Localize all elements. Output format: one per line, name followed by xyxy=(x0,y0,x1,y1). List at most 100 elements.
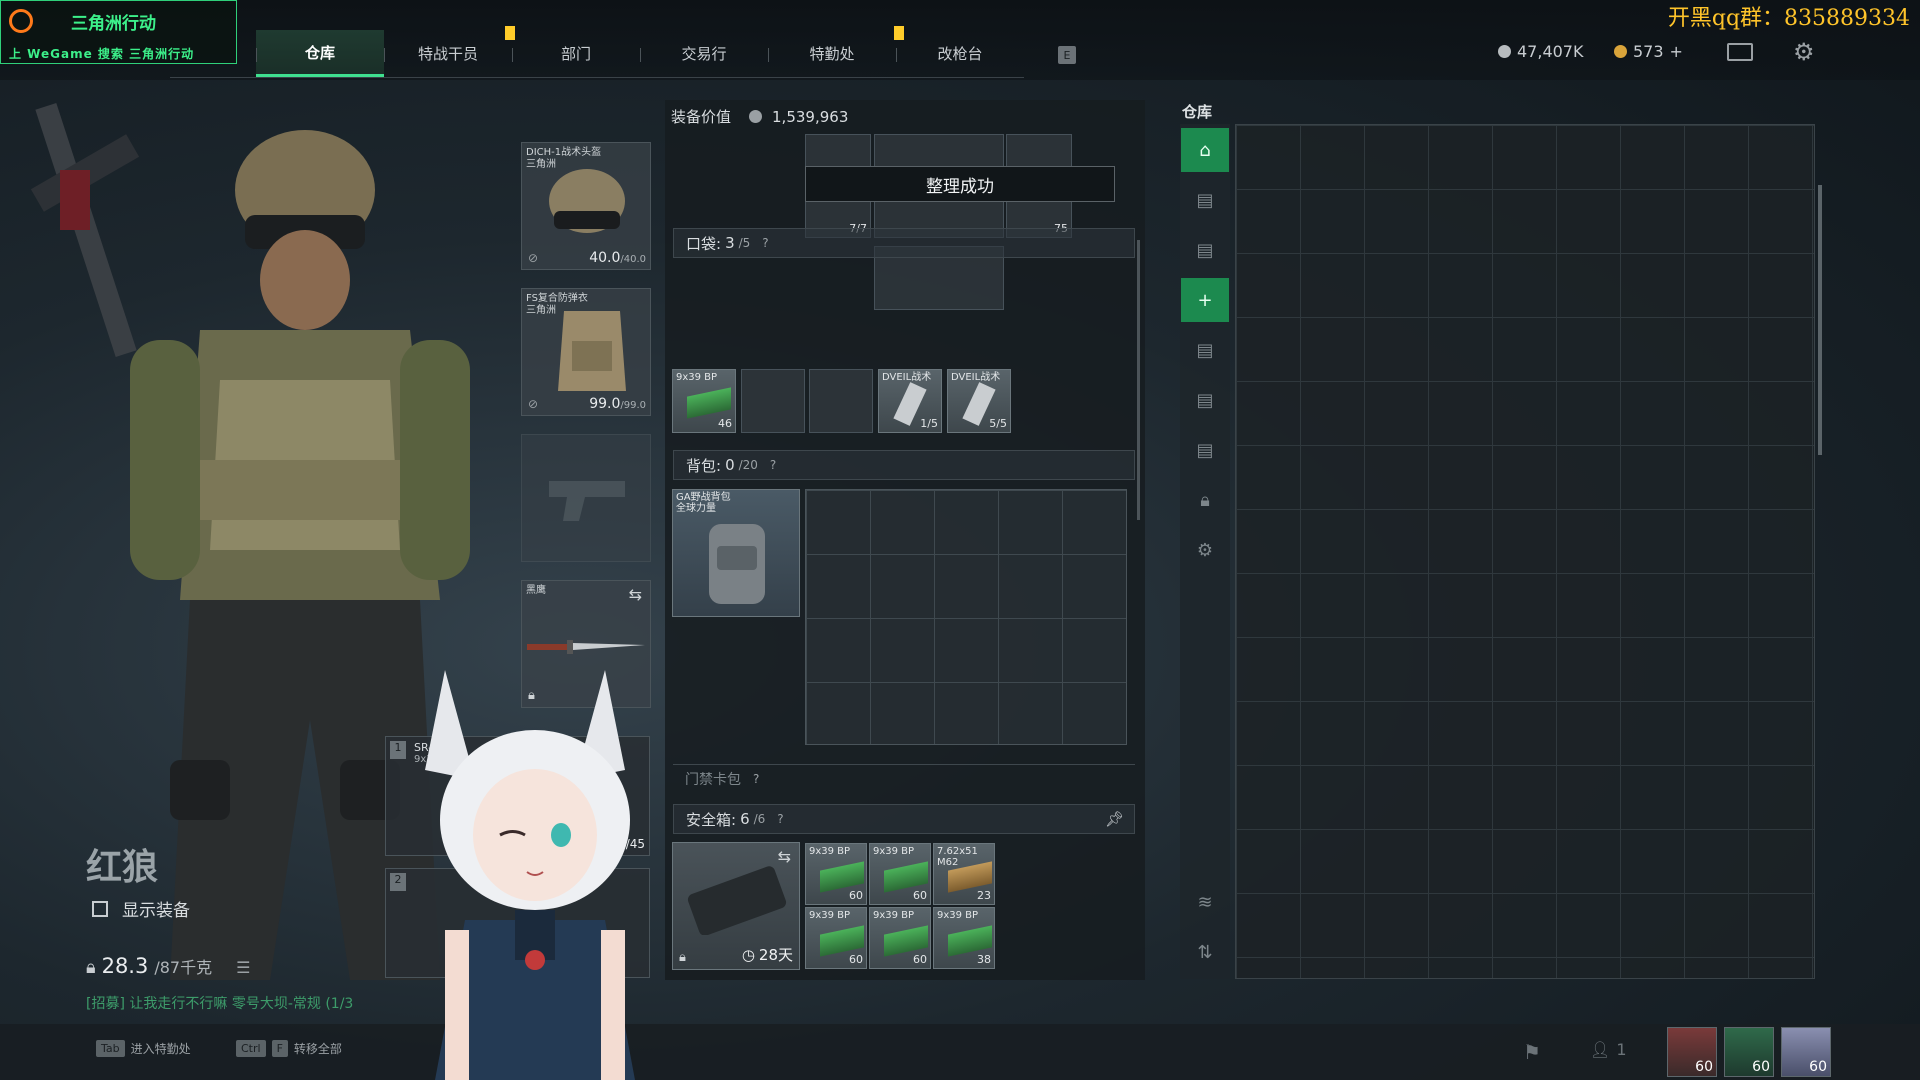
warehouse-scrollbar[interactable] xyxy=(1818,185,1822,455)
armor-durability: 99.0/99.0 xyxy=(589,396,646,412)
warehouse-page-4-icon[interactable]: ▤ xyxy=(1181,378,1229,422)
safebox-item[interactable]: 9x39 BP 60 xyxy=(805,843,867,905)
warehouse-page-1-icon[interactable]: ▤ xyxy=(1181,178,1229,222)
item-count: 60 xyxy=(913,953,927,966)
pocket-item-grenade[interactable]: DVEIL战术 5/5 xyxy=(947,369,1011,433)
safebox-item[interactable]: 9x39 BP 60 xyxy=(805,907,867,969)
hotkey-special-ops[interactable]: Tab 进入特勤处 xyxy=(96,1040,191,1057)
loadout-scrollbar[interactable] xyxy=(1137,240,1140,520)
game-title: 三角洲行动 xyxy=(71,14,156,34)
flag-icon[interactable]: ⚑ xyxy=(1523,1040,1541,1064)
pistol-placeholder-icon xyxy=(549,481,625,521)
gold-currency[interactable]: 573 + xyxy=(1614,42,1683,61)
safebox-label: 安全箱: xyxy=(686,810,737,829)
warehouse-page-3-icon[interactable]: ▤ xyxy=(1181,328,1229,372)
tab-special-ops[interactable]: 特勤处 xyxy=(768,30,896,77)
hotkey-transfer-all[interactable]: Ctrl F 转移全部 xyxy=(236,1040,342,1057)
stack-layers-icon[interactable]: ≋ xyxy=(1181,880,1229,924)
wegame-search-text: 上 WeGame 搜索 三角洲行动 xyxy=(9,47,195,61)
warehouse-sidebar: ⌂ ▤ ▤ + ▤ ▤ ▤ 🔒︎ ⚙ ≋ ⇅ xyxy=(1180,124,1230,979)
knife-image xyxy=(527,640,645,654)
warehouse-all-tab-icon[interactable]: ⌂ xyxy=(1181,128,1229,172)
keycard-help-icon[interactable]: ? xyxy=(753,772,759,786)
tab-market[interactable]: 交易行 xyxy=(640,30,768,77)
hotkey-key: F xyxy=(271,1040,288,1057)
pocket-item-grenade[interactable]: DVEIL战术 1/5 xyxy=(878,369,942,433)
safebox-item[interactable]: 7.62x51 M62 23 xyxy=(933,843,995,905)
squad-avatar[interactable]: 60 xyxy=(1724,1027,1774,1077)
item-count: 1/5 xyxy=(920,417,938,430)
backpack-used: 0 xyxy=(725,456,735,474)
weapon-slot-number: 1 xyxy=(390,741,406,759)
melee-name: 黑鹰 xyxy=(526,585,546,596)
item-name: DVEIL战术 xyxy=(951,372,1001,383)
safebox-item[interactable]: 9x39 BP 60 xyxy=(869,843,931,905)
armor-slot[interactable]: FS复合防弹衣 三角洲 ⊘ 99.0/99.0 xyxy=(521,288,651,416)
warehouse-grid[interactable] xyxy=(1235,124,1815,979)
armor-image xyxy=(558,311,626,391)
pocket-help-icon[interactable]: ? xyxy=(762,236,768,250)
friends-button[interactable]: 👤︎ 1 xyxy=(1590,1040,1627,1059)
list-icon[interactable]: ☰ xyxy=(236,958,250,977)
silver-coin-icon xyxy=(749,110,763,123)
safebox-slot[interactable]: ⇆ 🔒︎ ◷ 28天 xyxy=(672,842,800,970)
mail-icon[interactable] xyxy=(1727,43,1753,61)
add-gold-button[interactable]: + xyxy=(1670,42,1683,61)
lock-icon: 🔒︎ xyxy=(679,950,686,965)
swap-icon[interactable]: ⇆ xyxy=(629,585,642,604)
backpack-grid[interactable] xyxy=(805,489,1127,745)
warehouse-settings-icon[interactable]: ⚙ xyxy=(1181,528,1229,572)
swap-icon[interactable]: ⇆ xyxy=(778,847,791,866)
nav-notification-marker xyxy=(505,26,515,40)
backpack-help-icon[interactable]: ? xyxy=(770,458,776,472)
equipment-value: 装备价值 1,539,963 xyxy=(671,106,848,127)
pocket-empty-slot[interactable] xyxy=(809,369,873,433)
item-count: 60 xyxy=(849,953,863,966)
settings-gear-icon[interactable]: ⚙ xyxy=(1793,40,1817,64)
tab-department[interactable]: 部门 xyxy=(512,30,640,77)
squad-avatar[interactable]: 60 xyxy=(1667,1027,1717,1077)
squad-avatar[interactable]: 60 xyxy=(1781,1027,1831,1077)
tab-gunsmith[interactable]: 改枪台 xyxy=(896,30,1024,77)
ammo-icon xyxy=(884,861,928,893)
helmet-slot[interactable]: DICH-1战术头盔 三角洲 ⊘ 40.0/40.0 xyxy=(521,142,651,270)
armor-durability-value: 99.0 xyxy=(589,396,621,412)
safebox-item[interactable]: 9x39 BP 60 xyxy=(869,907,931,969)
backpack-slot[interactable]: GA野战背包 全球力量 xyxy=(672,489,800,617)
sort-icon[interactable]: ⇅ xyxy=(1181,930,1229,974)
add-warehouse-page-icon[interactable]: + xyxy=(1181,278,1229,322)
show-gear-checkbox[interactable] xyxy=(92,900,108,917)
safebox-item[interactable]: 9x39 BP 38 xyxy=(933,907,995,969)
safebox-help-icon[interactable]: ? xyxy=(777,812,783,826)
pin-icon[interactable]: 📌︎ xyxy=(1105,810,1124,828)
backpack-item-name: GA野战背包 xyxy=(676,492,731,503)
weight-max: /87千克 xyxy=(154,958,213,977)
tab-operator-placeholder[interactable] xyxy=(170,30,256,77)
recruit-chat-message[interactable]: [招募] 让我走行不行嘛 零号大坝-常规 (1/3 xyxy=(86,993,353,1013)
pocket-label: 口袋: xyxy=(686,234,722,253)
clock-icon: ◷ xyxy=(741,945,755,964)
item-name: 9x39 BP xyxy=(873,846,915,857)
warehouse-locked-icon[interactable]: 🔒︎ xyxy=(1181,478,1229,522)
item-name: 9x39 BP xyxy=(809,846,851,857)
backpack-capacity: /20 xyxy=(738,458,758,472)
pistol-slot-empty[interactable] xyxy=(521,434,651,562)
hotkey-key: Tab xyxy=(96,1040,125,1057)
show-gear-toggle[interactable]: 显示装备 xyxy=(92,896,190,921)
ammo-icon xyxy=(820,861,864,893)
warehouse-page-2-icon[interactable]: ▤ xyxy=(1181,228,1229,272)
ammo-icon xyxy=(687,387,731,419)
warehouse-page-5-icon[interactable]: ▤ xyxy=(1181,428,1229,472)
warehouse-title: 仓库 xyxy=(1182,103,1213,121)
pocket-item-ammo[interactable]: 9x39 BP 46 xyxy=(672,369,736,433)
hotkey-label: 进入特勤处 xyxy=(130,1042,191,1056)
operator-name: 红狼 xyxy=(86,847,159,888)
silver-currency[interactable]: 47,407K xyxy=(1498,42,1583,61)
tab-operators[interactable]: 特战干员 xyxy=(384,30,512,77)
no-insure-icon: ⊘ xyxy=(528,251,539,265)
squad-level: 60 xyxy=(1809,1059,1827,1075)
helmet-durability: 40.0/40.0 xyxy=(589,250,646,266)
tab-warehouse[interactable]: 仓库 xyxy=(256,30,384,77)
pocket-empty-slot[interactable] xyxy=(741,369,805,433)
silver-amount: 47,407K xyxy=(1517,42,1584,61)
